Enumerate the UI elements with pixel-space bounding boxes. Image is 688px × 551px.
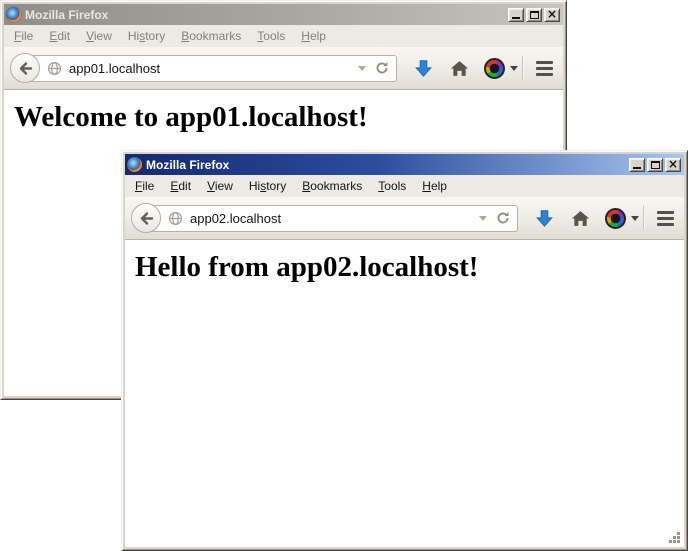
download-button[interactable] bbox=[535, 209, 554, 228]
globe-icon[interactable] bbox=[168, 211, 183, 226]
chevron-down-icon bbox=[510, 66, 518, 71]
back-button[interactable] bbox=[10, 53, 40, 83]
url-text[interactable]: app01.localhost bbox=[69, 61, 358, 76]
color-wheel-icon bbox=[484, 58, 505, 79]
download-arrow-icon bbox=[414, 59, 433, 78]
maximize-icon bbox=[651, 161, 660, 169]
back-arrow-icon bbox=[17, 60, 34, 77]
page-heading: Welcome to app01.localhost! bbox=[14, 101, 563, 134]
home-button[interactable] bbox=[450, 60, 469, 77]
maximize-button[interactable] bbox=[647, 158, 663, 172]
minimize-button[interactable] bbox=[508, 8, 524, 22]
color-wheel-icon bbox=[605, 208, 626, 229]
reload-button[interactable] bbox=[375, 61, 389, 75]
menu-item-tools[interactable]: Tools bbox=[370, 176, 414, 196]
firefox-logo-icon bbox=[6, 7, 21, 22]
window-title: Mozilla Firefox bbox=[146, 158, 625, 172]
menu-item-edit[interactable]: Edit bbox=[41, 26, 78, 46]
hamburger-menu-button[interactable] bbox=[657, 211, 674, 226]
navigation-toolbar: app01.localhost bbox=[4, 47, 563, 90]
close-icon: × bbox=[547, 8, 557, 20]
menu-item-bookmarks[interactable]: Bookmarks bbox=[294, 176, 370, 196]
globe-icon[interactable] bbox=[47, 61, 62, 76]
back-button[interactable] bbox=[131, 203, 161, 233]
menu-item-view[interactable]: View bbox=[199, 176, 241, 196]
url-bar[interactable]: app02.localhost bbox=[148, 205, 518, 232]
home-icon bbox=[450, 60, 469, 77]
home-button[interactable] bbox=[571, 210, 590, 227]
menu-item-help[interactable]: Help bbox=[293, 26, 334, 46]
titlebar[interactable]: Mozilla Firefox × bbox=[4, 4, 563, 25]
addon-button[interactable] bbox=[605, 208, 639, 229]
chevron-down-icon[interactable] bbox=[358, 66, 366, 71]
minimize-icon bbox=[633, 167, 641, 169]
hamburger-menu-button[interactable] bbox=[536, 61, 553, 76]
window-controls: × bbox=[629, 158, 681, 172]
menu-bar: FileEditViewHistoryBookmarksToolsHelp bbox=[4, 25, 563, 47]
hamburger-icon bbox=[536, 61, 553, 64]
navigation-toolbar: app02.localhost bbox=[125, 197, 684, 240]
close-button[interactable]: × bbox=[665, 158, 681, 172]
minimize-button[interactable] bbox=[629, 158, 645, 172]
menu-item-view[interactable]: View bbox=[78, 26, 120, 46]
menu-item-bookmarks[interactable]: Bookmarks bbox=[173, 26, 249, 46]
menu-item-tools[interactable]: Tools bbox=[249, 26, 293, 46]
close-icon: × bbox=[668, 158, 678, 170]
toolbar-separator bbox=[643, 206, 644, 230]
home-icon bbox=[571, 210, 590, 227]
firefox-logo-icon bbox=[127, 157, 142, 172]
menu-item-help[interactable]: Help bbox=[414, 176, 455, 196]
menu-item-history[interactable]: History bbox=[241, 176, 294, 196]
maximize-button[interactable] bbox=[526, 8, 542, 22]
minimize-icon bbox=[512, 17, 520, 19]
window-title: Mozilla Firefox bbox=[25, 8, 504, 22]
menu-item-file[interactable]: File bbox=[6, 26, 41, 46]
download-arrow-icon bbox=[535, 209, 554, 228]
back-arrow-icon bbox=[138, 210, 155, 227]
menu-bar: FileEditViewHistoryBookmarksToolsHelp bbox=[125, 175, 684, 197]
url-text[interactable]: app02.localhost bbox=[190, 211, 479, 226]
menu-item-history[interactable]: History bbox=[120, 26, 173, 46]
chevron-down-icon bbox=[631, 216, 639, 221]
reload-button[interactable] bbox=[496, 211, 510, 225]
toolbar-separator bbox=[522, 56, 523, 80]
resize-grip-icon[interactable] bbox=[669, 532, 681, 544]
close-button[interactable]: × bbox=[544, 8, 560, 22]
page-heading: Hello from app02.localhost! bbox=[135, 251, 684, 284]
chevron-down-icon[interactable] bbox=[479, 216, 487, 221]
desktop: Mozilla Firefox × FileEditViewHistoryBoo… bbox=[0, 0, 688, 551]
download-button[interactable] bbox=[414, 59, 433, 78]
addon-button[interactable] bbox=[484, 58, 518, 79]
menu-item-edit[interactable]: Edit bbox=[162, 176, 199, 196]
page-content: Hello from app02.localhost! bbox=[125, 240, 684, 547]
hamburger-icon bbox=[657, 211, 674, 214]
menu-item-file[interactable]: File bbox=[127, 176, 162, 196]
window-controls: × bbox=[508, 8, 560, 22]
maximize-icon bbox=[530, 11, 539, 19]
window-app02: Mozilla Firefox × FileEditViewHistoryBoo… bbox=[121, 150, 688, 551]
url-bar[interactable]: app01.localhost bbox=[27, 55, 397, 82]
titlebar[interactable]: Mozilla Firefox × bbox=[125, 154, 684, 175]
